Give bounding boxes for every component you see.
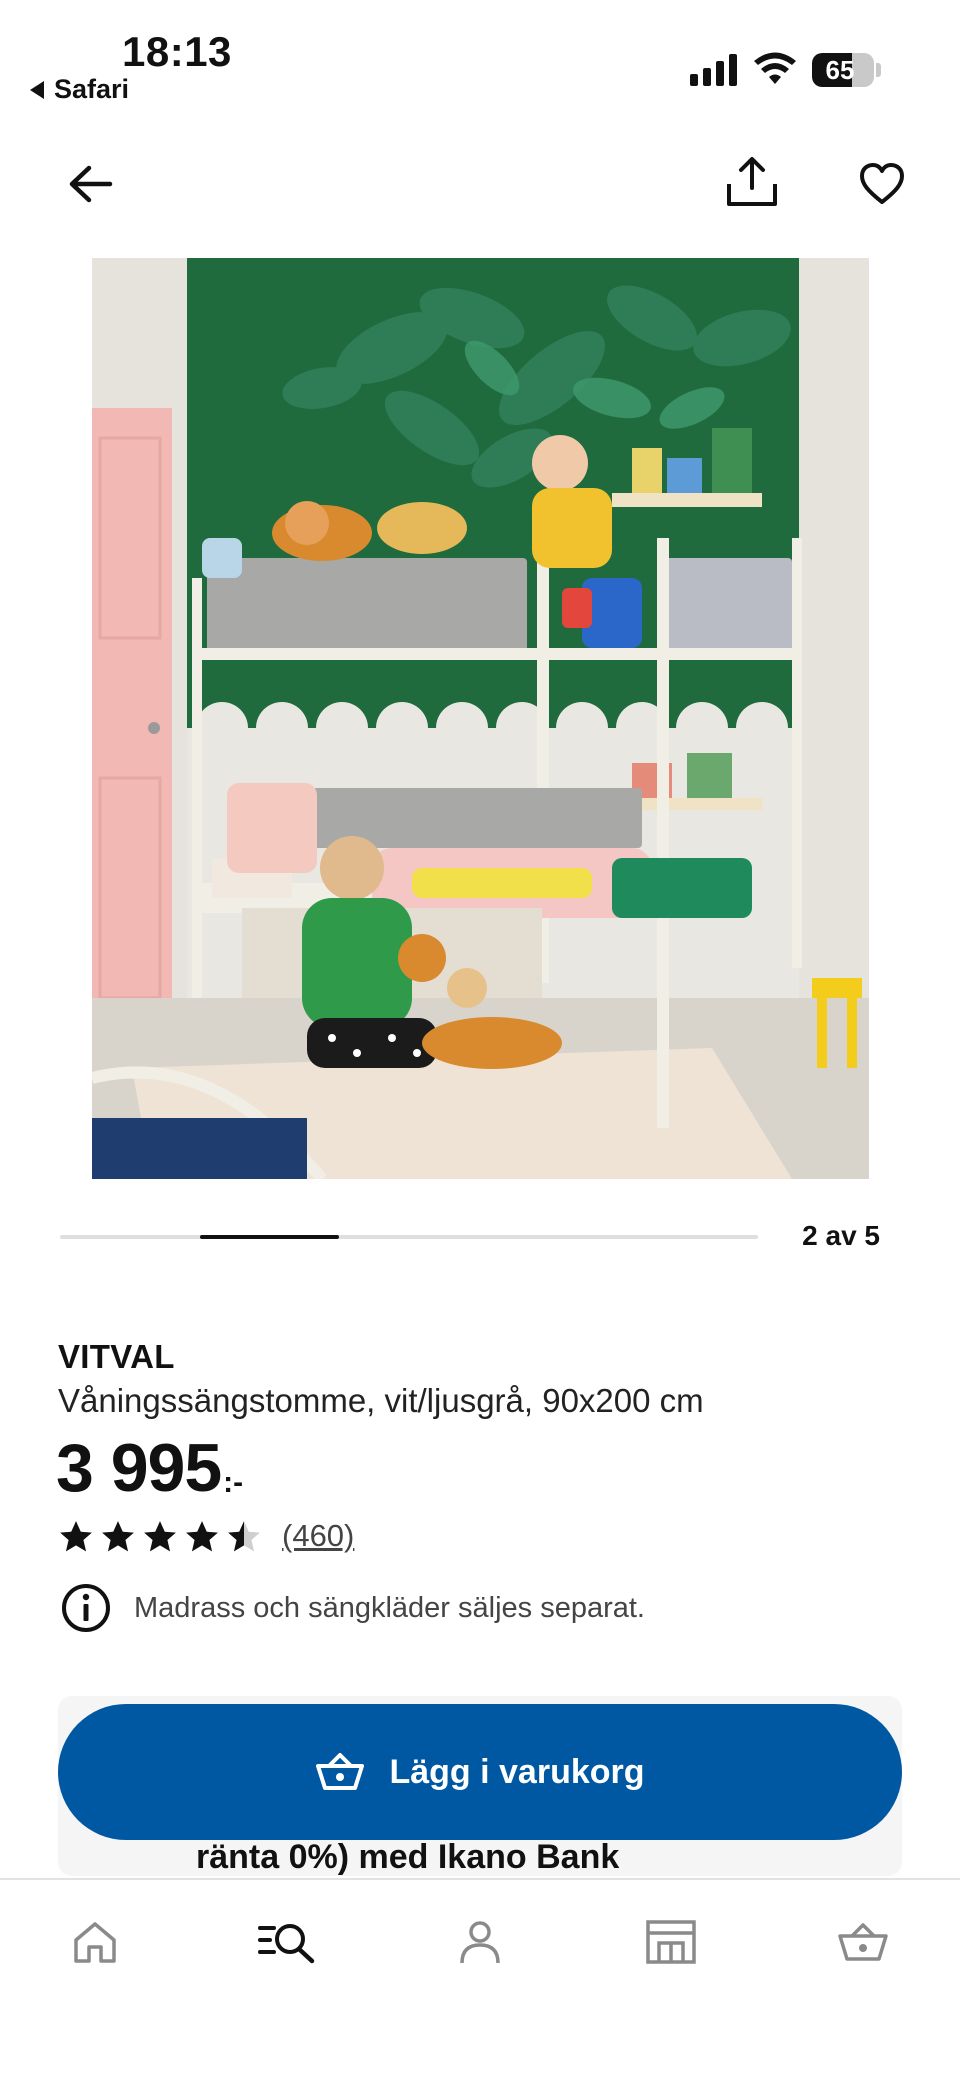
share-icon	[727, 157, 777, 206]
battery-label: 65	[825, 54, 855, 85]
star-icon	[228, 1521, 260, 1552]
product-description: Våningssängstomme, vit/ljusgrå, 90x200 c…	[58, 1382, 704, 1419]
wifi-icon	[754, 52, 796, 84]
product-name: VITVAL	[58, 1338, 175, 1375]
financing-text: ränta 0%) med Ikano Bank	[196, 1838, 620, 1876]
back-to-safari-link[interactable]: Safari	[30, 74, 129, 105]
favorite-button[interactable]	[852, 156, 912, 212]
bunk-bed-photo	[92, 258, 869, 1179]
cart-icon	[838, 1923, 888, 1961]
cellular-signal-icon	[690, 52, 737, 86]
back-app-label: Safari	[54, 74, 130, 104]
add-to-cart-button[interactable]: Lägg i varukorg	[58, 1704, 902, 1840]
product-image[interactable]	[92, 258, 869, 1179]
price-amount: 3 995	[56, 1430, 222, 1506]
product-rating[interactable]: (460)	[58, 1518, 354, 1554]
status-time: 18:13	[122, 28, 232, 75]
heart-icon	[860, 163, 904, 204]
star-icon	[144, 1521, 176, 1552]
bottom-tab-bar	[0, 1878, 960, 2081]
search-icon	[258, 1924, 315, 1964]
battery-tip	[876, 63, 881, 77]
back-triangle-icon	[30, 80, 44, 99]
star-icon	[60, 1521, 92, 1552]
info-icon	[62, 1584, 110, 1632]
price-suffix: :-	[223, 1466, 244, 1499]
share-button[interactable]	[722, 152, 782, 212]
product-notice: Madrass och sängkläder säljes separat.	[60, 1582, 645, 1634]
tab-home[interactable]	[60, 1910, 130, 1974]
cart-icon	[316, 1753, 365, 1790]
carousel-progress[interactable]	[60, 1235, 758, 1239]
home-icon	[74, 1922, 116, 1963]
product-price: 3 995 :-	[56, 1428, 243, 1508]
tab-store[interactable]	[636, 1910, 706, 1974]
star-icon	[186, 1521, 218, 1552]
notice-text: Madrass och sängkläder säljes separat.	[134, 1591, 645, 1624]
carousel-counter: 2 av 5	[802, 1220, 880, 1251]
store-icon	[646, 1920, 696, 1964]
profile-icon	[460, 1921, 500, 1964]
arrow-left-icon	[69, 165, 113, 203]
rating-stars	[58, 1519, 262, 1553]
tab-cart[interactable]	[828, 1910, 898, 1974]
back-button[interactable]	[60, 158, 120, 210]
star-icon	[102, 1521, 134, 1552]
tab-profile[interactable]	[445, 1910, 515, 1974]
status-bar: 18:13 Safari 65	[0, 0, 960, 120]
battery-indicator: 65	[812, 53, 874, 87]
carousel-progress-thumb	[199, 1235, 340, 1239]
add-to-cart-label: Lägg i varukorg	[389, 1752, 645, 1791]
tab-search[interactable]	[252, 1910, 322, 1974]
review-count-link[interactable]: (460)	[282, 1518, 354, 1554]
